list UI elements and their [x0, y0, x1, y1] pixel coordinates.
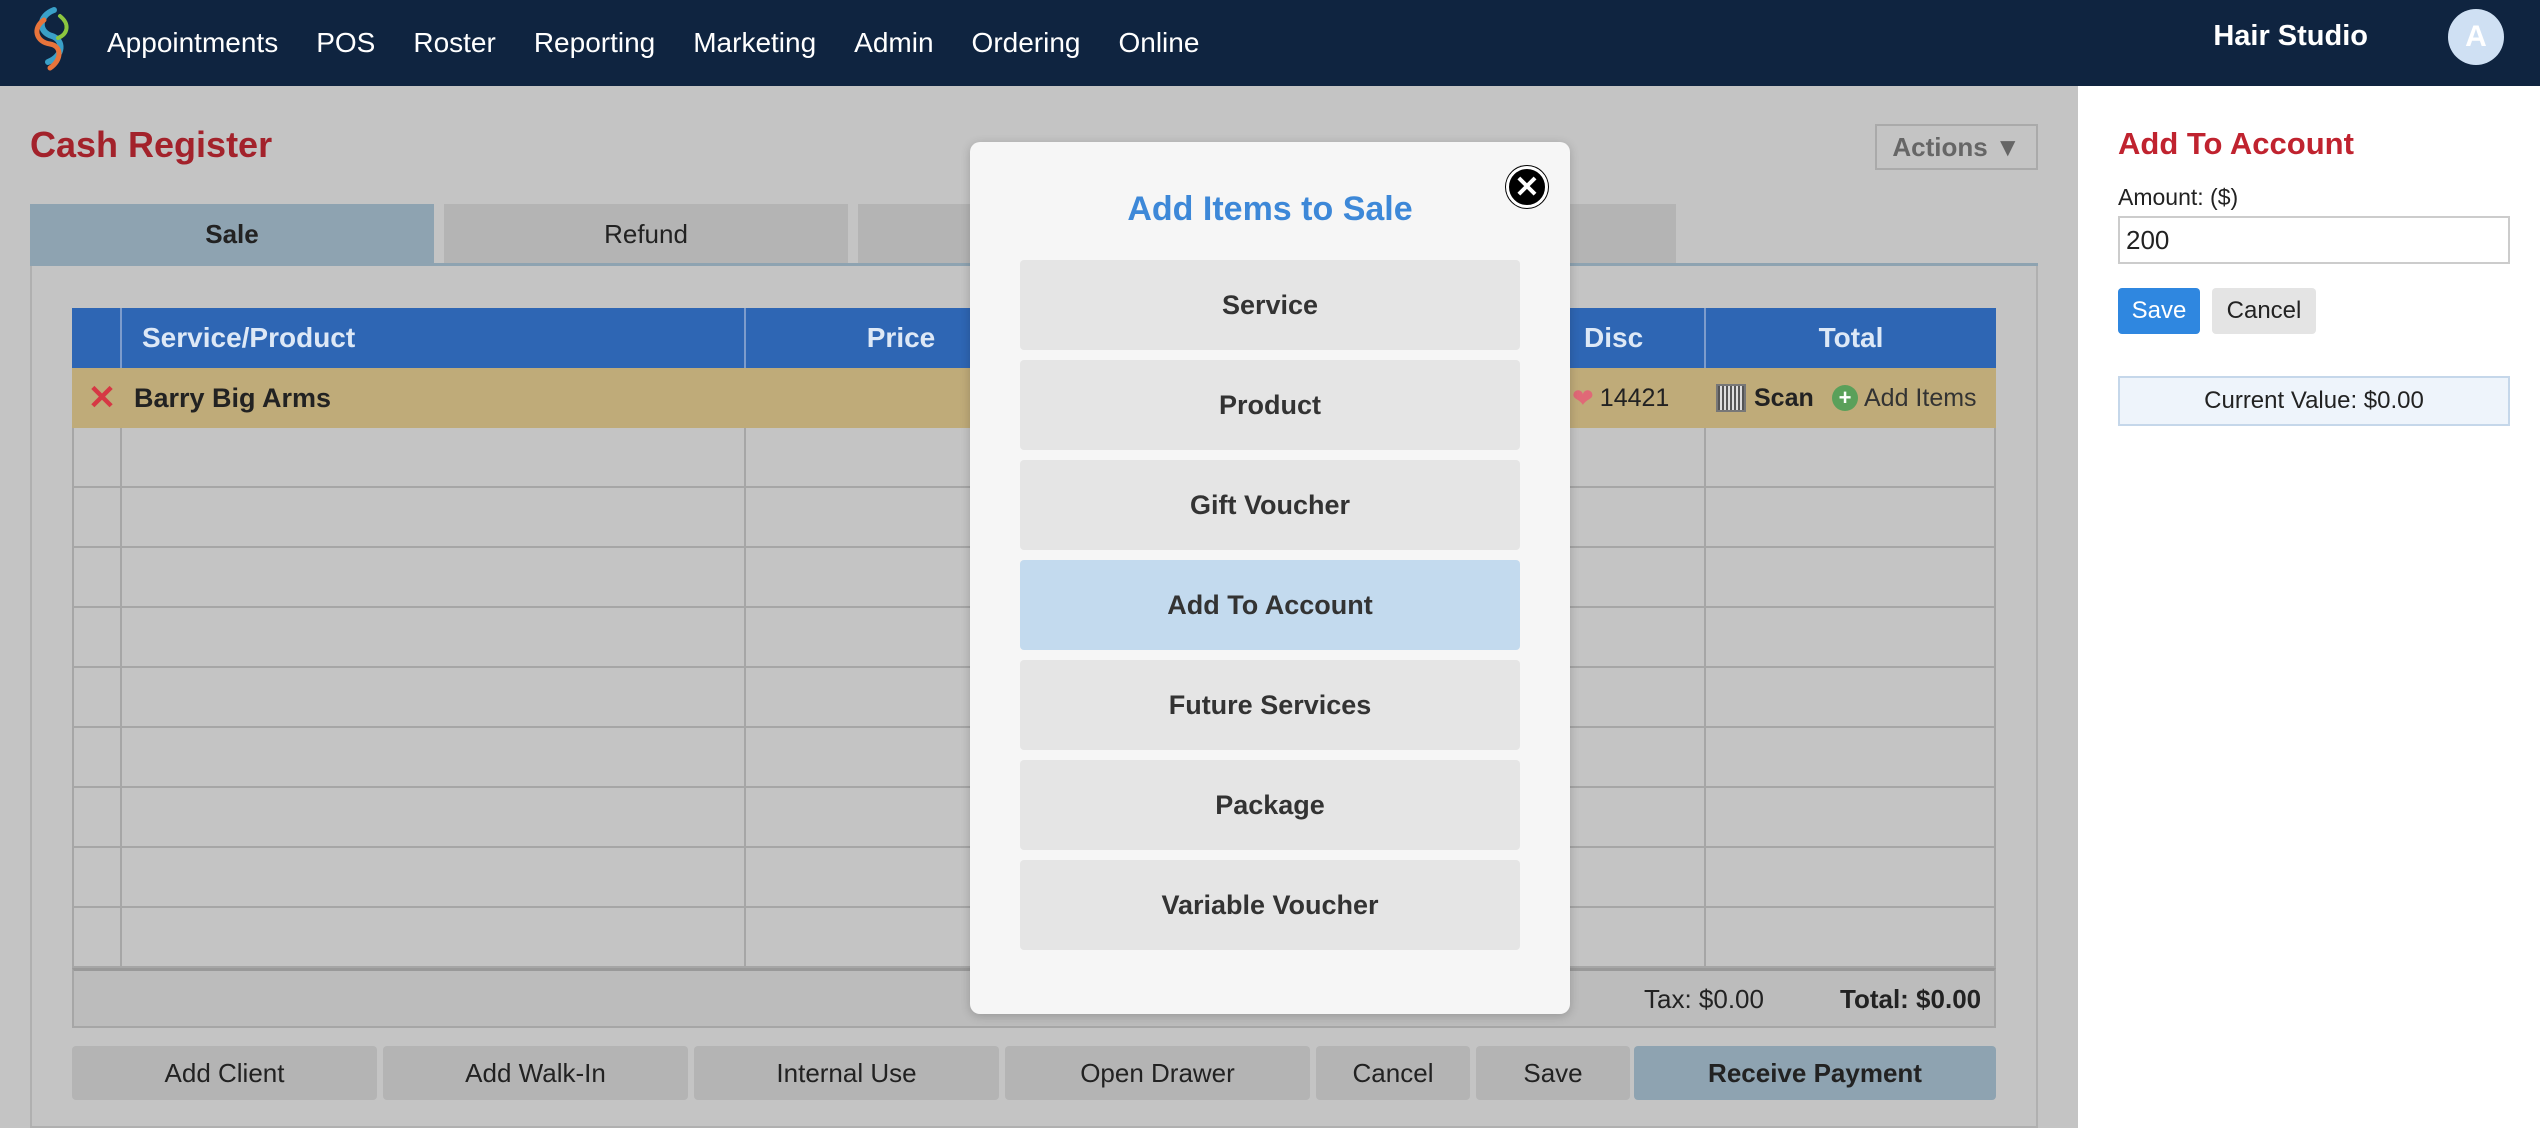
add-items-label: Add Items — [1864, 383, 1977, 412]
nav-appointments[interactable]: Appointments — [107, 27, 278, 59]
option-gift-voucher[interactable]: Gift Voucher — [1020, 460, 1520, 550]
current-value: Current Value: $0.00 — [2118, 376, 2510, 426]
option-service[interactable]: Service — [1020, 260, 1520, 350]
option-variable-voucher[interactable]: Variable Voucher — [1020, 860, 1520, 950]
top-nav: Appointments POS Roster Reporting Market… — [0, 0, 2540, 86]
nav-pos[interactable]: POS — [316, 27, 375, 59]
actions-dropdown[interactable]: Actions ▼ — [1875, 124, 2038, 170]
add-client-button[interactable]: Add Client — [72, 1046, 377, 1100]
nav-reporting[interactable]: Reporting — [534, 27, 655, 59]
loyalty-points: ❤ 14421 — [1572, 368, 1669, 428]
add-walk-in-button[interactable]: Add Walk-In — [383, 1046, 688, 1100]
page-title: Cash Register — [30, 124, 273, 165]
header-disc: Disc — [1584, 322, 1644, 353]
open-drawer-button[interactable]: Open Drawer — [1005, 1046, 1310, 1100]
save-button[interactable]: Save — [2118, 288, 2200, 334]
nav-ordering[interactable]: Ordering — [972, 27, 1081, 59]
add-items-button[interactable]: + Add Items — [1832, 368, 1977, 428]
total-amount: Total: $0.00 — [1840, 983, 1982, 1014]
tab-refund[interactable]: Refund — [444, 204, 848, 264]
heart-icon: ❤ — [1572, 382, 1594, 413]
add-items-modal: ✕ Add Items to Sale Service Product Gift… — [970, 142, 1570, 1014]
column-divider — [744, 428, 746, 968]
client-name[interactable]: Barry Big Arms — [134, 368, 331, 428]
cancel-button[interactable]: Cancel — [2212, 288, 2316, 334]
nav-menu: Appointments POS Roster Reporting Market… — [107, 0, 1237, 86]
option-package[interactable]: Package — [1020, 760, 1520, 850]
nav-marketing[interactable]: Marketing — [693, 27, 816, 59]
barcode-icon — [1716, 384, 1746, 412]
nav-admin[interactable]: Admin — [854, 27, 933, 59]
option-product[interactable]: Product — [1020, 360, 1520, 450]
scan-label: Scan — [1754, 383, 1814, 412]
side-panel-title: Add To Account — [2118, 126, 2354, 161]
amount-input[interactable] — [2118, 216, 2510, 264]
logo-icon[interactable] — [24, 6, 76, 72]
column-divider — [120, 428, 122, 968]
avatar[interactable]: A — [2448, 9, 2504, 65]
receive-payment-button[interactable]: Receive Payment — [1634, 1046, 1996, 1100]
remove-icon[interactable]: ✕ — [84, 380, 120, 416]
studio-name[interactable]: Hair Studio — [2213, 20, 2368, 53]
points-value: 14421 — [1599, 383, 1670, 412]
nav-online[interactable]: Online — [1118, 27, 1199, 59]
column-divider — [1704, 428, 1706, 968]
tax-amount: Tax: $0.00 — [1644, 983, 1764, 1014]
save-sale-button[interactable]: Save — [1476, 1046, 1630, 1100]
add-to-account-panel: Add To Account Amount: ($) Save Cancel C… — [2078, 86, 2540, 1128]
nav-roster[interactable]: Roster — [413, 27, 495, 59]
header-separator — [120, 308, 122, 368]
option-add-to-account[interactable]: Add To Account — [1020, 560, 1520, 650]
plus-icon: + — [1832, 385, 1858, 411]
header-total: Total — [1818, 322, 1884, 353]
option-future-services[interactable]: Future Services — [1020, 660, 1520, 750]
scan-button[interactable]: Scan — [1716, 368, 1814, 428]
amount-label: Amount: ($) — [2118, 184, 2239, 210]
tab-sale[interactable]: Sale — [30, 204, 434, 264]
internal-use-button[interactable]: Internal Use — [694, 1046, 999, 1100]
cancel-sale-button[interactable]: Cancel — [1316, 1046, 1470, 1100]
header-service-product: Service/Product — [142, 322, 356, 353]
modal-title: Add Items to Sale — [1127, 190, 1413, 228]
